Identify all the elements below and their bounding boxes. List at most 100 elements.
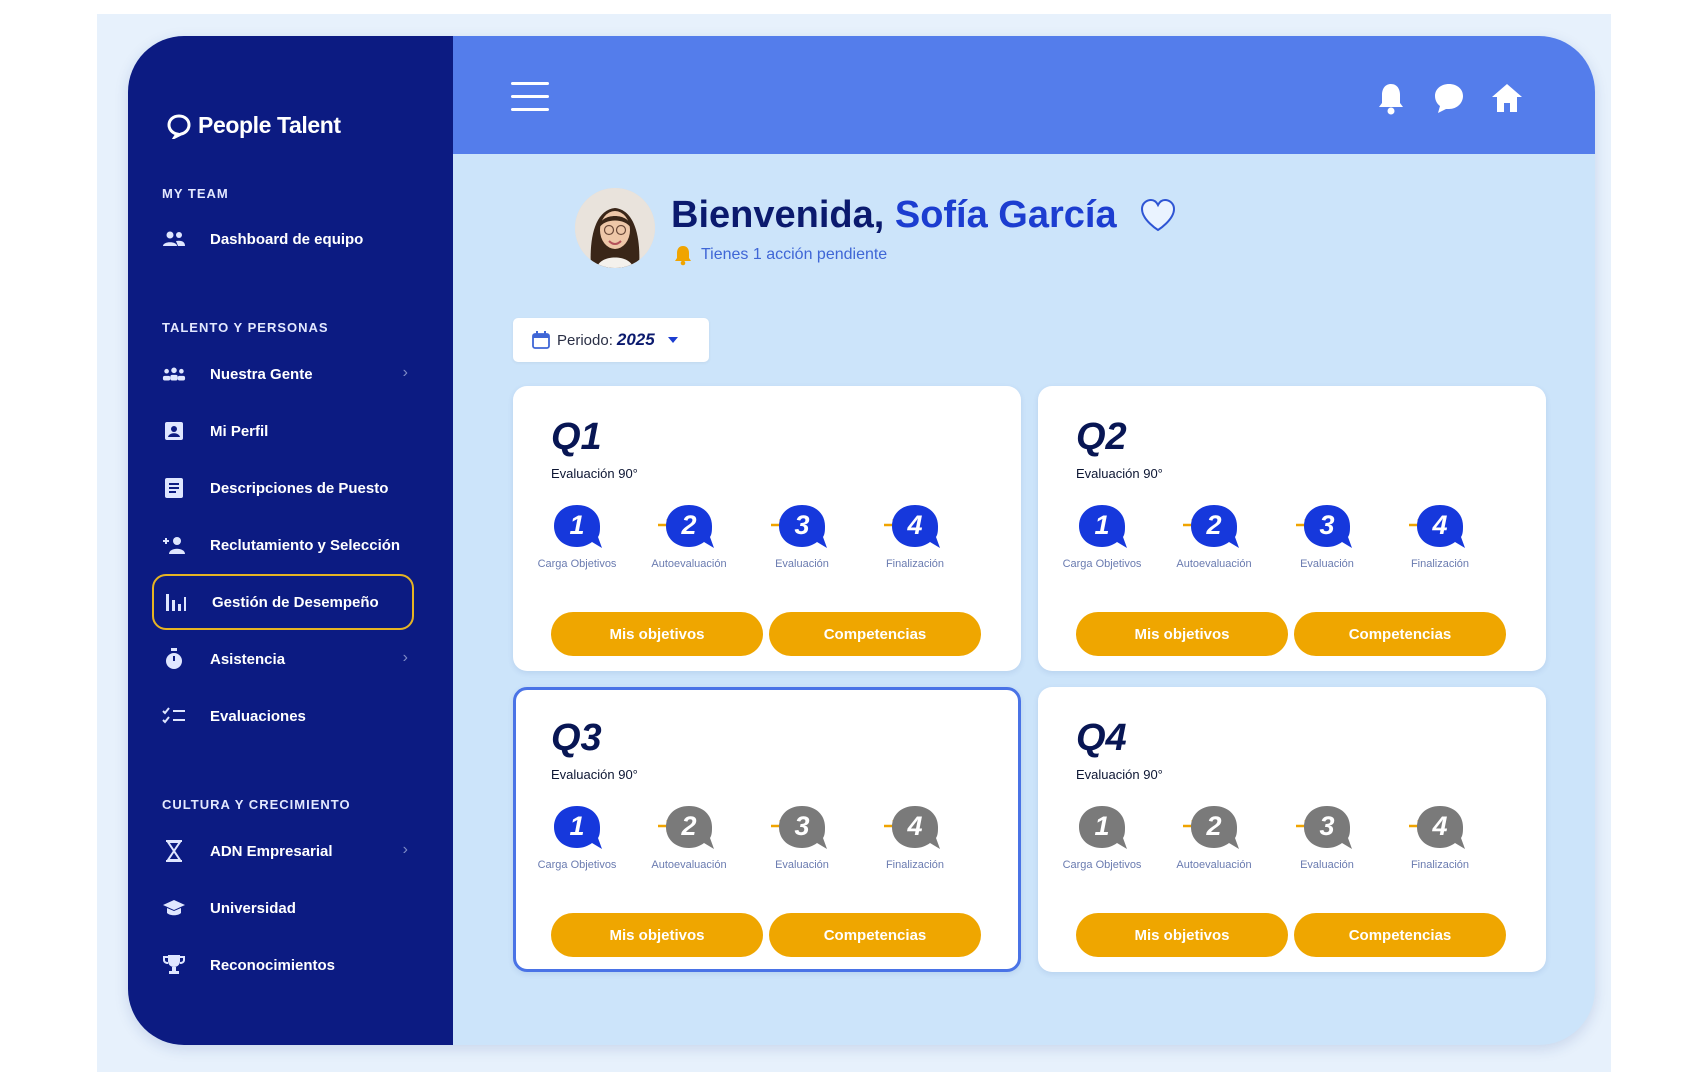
competencias-button[interactable]: Competencias (769, 913, 981, 957)
quarter-card[interactable]: Q4 Evaluación 90° 1 Carga Objetivos 2 Autoeva… (1038, 687, 1546, 972)
sidebar-item-label: Reclutamiento y Selección (210, 536, 401, 554)
sidebar-item-label: Dashboard de equipo (210, 230, 364, 248)
quarter-card[interactable]: Q2 Evaluación 90° 1 Carga Objetivos 2 Autoeva… (1038, 386, 1546, 671)
sidebar-item-asistencia[interactable]: Asistencia › (152, 631, 414, 687)
card-subtitle: Evaluación 90° (1076, 767, 1163, 782)
step-label: Evaluación (1300, 859, 1354, 871)
step-number: 4 (1432, 811, 1448, 841)
step-number: 2 (1206, 811, 1222, 841)
step-number: 3 (1319, 510, 1335, 540)
step-3-bubble: 3 (774, 803, 830, 853)
card-subtitle: Evaluación 90° (1076, 466, 1163, 481)
card-title: Q3 (551, 717, 602, 759)
quarter-card[interactable]: Q1 Evaluación 90° 1 Carga Objetivos 2 Autoeva… (513, 386, 1021, 671)
home-icon[interactable] (1489, 80, 1525, 116)
sidebar-item-label: Mi Perfil (210, 422, 269, 440)
sidebar-item-gestion-desempeno[interactable]: Gestión de Desempeño (152, 574, 414, 630)
checklist-icon (162, 704, 186, 728)
step-label: Finalización (1410, 558, 1470, 570)
competencias-button[interactable]: Competencias (1294, 612, 1506, 656)
sidebar-item-label: ADN Empresarial (210, 842, 333, 860)
mis-objetivos-button[interactable]: Mis objetivos (1076, 913, 1288, 957)
step-label: Carga Objetivos (537, 859, 617, 871)
mis-objetivos-button[interactable]: Mis objetivos (551, 612, 763, 656)
graduation-cap-icon (162, 896, 186, 920)
chevron-right-icon: › (402, 649, 408, 666)
step-label: Finalización (1410, 859, 1470, 871)
step-3-bubble: 3 (1299, 502, 1355, 552)
performance-bars-icon (164, 590, 188, 614)
pending-actions[interactable]: Tienes 1 acción pendiente (673, 244, 887, 266)
sidebar-item-reconocimientos[interactable]: Reconocimientos (152, 937, 414, 993)
section-talento: TALENTO Y PERSONAS (162, 320, 329, 335)
sidebar-item-adn[interactable]: ADN Empresarial › (152, 823, 414, 879)
quarter-card[interactable]: Q3 Evaluación 90° 1 Carga Objetivos 2 Autoeva… (513, 687, 1021, 972)
section-cultura: CULTURA Y CRECIMIENTO (162, 797, 351, 812)
dropdown-caret-icon (667, 337, 678, 343)
sidebar-item-label: Reconocimientos (210, 956, 336, 974)
card-subtitle: Evaluación 90° (551, 466, 638, 481)
sidebar-item-universidad[interactable]: Universidad (152, 880, 414, 936)
step-1-bubble: 1 (1074, 502, 1130, 552)
bell-icon[interactable] (1373, 80, 1409, 116)
step-label: Autoevaluación (1176, 558, 1252, 570)
chevron-right-icon: › (402, 364, 408, 381)
user-name: Sofía García (894, 194, 1117, 236)
avatar[interactable] (575, 188, 655, 268)
step-label: Carga Objetivos (537, 558, 617, 570)
step-label: Finalización (885, 558, 945, 570)
step-2-bubble: 2 (1186, 803, 1242, 853)
card-title: Q1 (551, 416, 602, 458)
step-2-bubble: 2 (1186, 502, 1242, 552)
sidebar-item-nuestra-gente[interactable]: Nuestra Gente › (152, 346, 414, 402)
competencias-button[interactable]: Competencias (769, 612, 981, 656)
step-1-bubble: 1 (549, 502, 605, 552)
step-number: 2 (681, 510, 697, 540)
step-number: 1 (1094, 811, 1110, 841)
sidebar-item-label: Universidad (210, 899, 296, 917)
step-3-bubble: 3 (774, 502, 830, 552)
step-number: 3 (794, 811, 810, 841)
step-number: 4 (907, 510, 923, 540)
card-title: Q4 (1076, 717, 1127, 759)
sidebar: People Talent MY TEAM Dashboard de equip… (128, 36, 453, 1045)
heart-icon[interactable] (1138, 196, 1178, 234)
period-label: Periodo: (557, 331, 613, 349)
sidebar-item-descripciones[interactable]: Descripciones de Puesto (152, 460, 414, 516)
step-number: 3 (1319, 811, 1335, 841)
sidebar-item-mi-perfil[interactable]: Mi Perfil (152, 403, 414, 459)
step-4-bubble: 4 (1412, 502, 1468, 552)
sidebar-item-evaluaciones[interactable]: Evaluaciones (152, 688, 414, 744)
brand-logo[interactable]: People Talent (166, 112, 341, 139)
sidebar-item-label: Descripciones de Puesto (210, 479, 389, 497)
step-4-bubble: 4 (887, 803, 943, 853)
competencias-button[interactable]: Competencias (1294, 913, 1506, 957)
chat-logo-icon (167, 113, 191, 139)
mis-objetivos-button[interactable]: Mis objetivos (551, 913, 763, 957)
sidebar-item-dashboard[interactable]: Dashboard de equipo (152, 211, 414, 267)
hamburger-menu-icon[interactable] (511, 82, 549, 112)
top-header (453, 36, 1595, 154)
period-value: 2025 (616, 330, 655, 349)
sidebar-item-reclutamiento[interactable]: Reclutamiento y Selección (152, 517, 414, 573)
step-label: Evaluación (775, 859, 829, 871)
step-4-bubble: 4 (887, 502, 943, 552)
team-icon (162, 227, 186, 251)
step-number: 3 (794, 510, 810, 540)
people-icon (162, 362, 186, 386)
step-1-bubble: 1 (549, 803, 605, 853)
period-select[interactable]: Periodo: 2025 (513, 318, 709, 362)
sidebar-item-label: Nuestra Gente (210, 365, 313, 383)
pending-text: Tienes 1 acción pendiente (701, 246, 888, 263)
sidebar-item-label: Asistencia (210, 650, 286, 668)
step-number: 4 (1432, 510, 1448, 540)
step-number: 4 (907, 811, 923, 841)
profile-card-icon (162, 419, 186, 443)
step-number: 2 (1206, 510, 1222, 540)
chat-icon[interactable] (1431, 80, 1467, 116)
brand-name: People Talent (198, 112, 341, 138)
step-4-bubble: 4 (1412, 803, 1468, 853)
sidebar-item-label: Evaluaciones (210, 707, 306, 725)
mis-objetivos-button[interactable]: Mis objetivos (1076, 612, 1288, 656)
chevron-right-icon: › (402, 841, 408, 858)
